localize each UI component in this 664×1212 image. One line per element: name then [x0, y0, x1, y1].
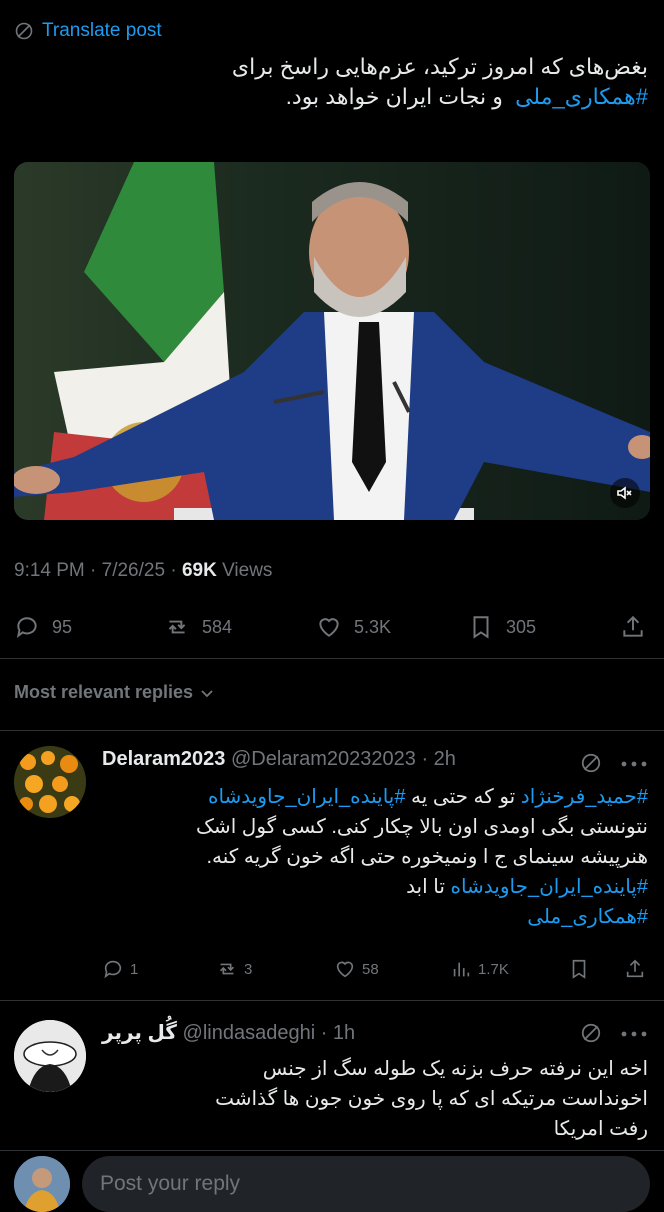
reply-author-handle[interactable]: @Delaram20232023: [231, 748, 416, 770]
post-meta: 9:14 PM · 7/26/25 · 69K Views: [14, 560, 272, 582]
reply-repost-button[interactable]: 3: [216, 958, 252, 980]
post-timestamp[interactable]: 9:14 PM · 7/26/25 ·: [14, 560, 177, 581]
reply-header: گُل پرپر @lindasadeghi · 1h: [102, 1020, 355, 1045]
reply-time: · 2h: [421, 748, 456, 770]
video-frame: [14, 162, 650, 520]
translate-icon: [15, 22, 33, 40]
more-options-icon[interactable]: [620, 760, 648, 768]
more-options-icon[interactable]: [620, 1030, 648, 1038]
reply-line: #پاینده_ایران_جاویدشاه تا ابد: [100, 872, 648, 902]
translate-label: Translate post: [42, 20, 162, 41]
bookmark-count: 305: [506, 616, 537, 637]
reply-header: Delaram2023 @Delaram20232023 · 2h: [102, 748, 456, 771]
translate-icon[interactable]: [580, 752, 602, 774]
repost-button[interactable]: 584: [164, 614, 232, 640]
reply-author-name[interactable]: Delaram2023: [102, 748, 225, 770]
reply-line: اخونداست مرتیکه ای که پا روی خون جون ها …: [215, 1088, 648, 1110]
reply-repost-count: 3: [244, 960, 253, 978]
like-button[interactable]: 5.3K: [316, 614, 391, 640]
post-video[interactable]: [14, 162, 650, 520]
reply-body: #حمید_فرخنژاد تو که حتی یه #پاینده_ایران…: [100, 782, 648, 932]
reply-like-count: 58: [362, 960, 379, 978]
views-label: Views: [222, 560, 273, 581]
reply-hashtag[interactable]: #پاینده_ایران_جاویدشاه: [208, 786, 406, 808]
reply-text: تا ابد: [406, 876, 451, 898]
divider: [0, 730, 664, 731]
reply-icon: [104, 960, 122, 979]
reply-share-button[interactable]: [624, 958, 646, 980]
share-icon: [626, 959, 644, 978]
bookmark-icon: [572, 959, 586, 979]
reply-reply-button[interactable]: 1: [102, 958, 138, 980]
post-text: بغض‌های که امروز ترکید، عزم‌هایی راسخ بر…: [28, 52, 648, 112]
post-line-2-text: و نجات ایران خواهد بود.: [285, 84, 503, 109]
avatar-flowers-image: [14, 746, 86, 818]
reply-text: تو که حتی یه: [405, 786, 521, 808]
reply-line: #حمید_فرخنژاد تو که حتی یه #پاینده_ایران…: [100, 782, 648, 812]
reply-line: رفت امریکا: [553, 1118, 648, 1140]
share-button[interactable]: [620, 614, 646, 640]
translate-icon[interactable]: [580, 1022, 602, 1044]
replies-sort-dropdown[interactable]: Most relevant replies: [14, 682, 215, 703]
reply-like-button[interactable]: 58: [334, 958, 379, 980]
bookmark-icon: [473, 616, 489, 639]
speaker-muted-icon: [617, 486, 632, 500]
reply-author-name[interactable]: گُل پرپر: [102, 1022, 177, 1044]
replies-sort-label: Most relevant replies: [14, 682, 194, 702]
analytics-icon: [453, 962, 470, 977]
reply-reply-count: 1: [130, 960, 139, 978]
heart-icon: [336, 961, 354, 978]
like-count: 5.3K: [354, 616, 392, 637]
repost-count: 584: [202, 616, 233, 637]
user-photo-image: [14, 1156, 70, 1212]
chevron-down-icon: [201, 689, 213, 697]
avatar[interactable]: [14, 746, 86, 818]
repost-icon: [219, 963, 235, 975]
reply-body: اخه این نرفته حرف بزنه یک طوله سگ از جنس…: [100, 1054, 648, 1144]
reply-author-handle[interactable]: @lindasadeghi: [183, 1022, 316, 1044]
reply-hashtag[interactable]: #پاینده_ایران_جاویدشاه: [450, 876, 648, 898]
avatar-illustration-image: [14, 1020, 86, 1092]
heart-icon: [319, 618, 339, 637]
mute-button[interactable]: [610, 478, 640, 508]
bookmark-button[interactable]: 305: [468, 614, 536, 640]
reply-input[interactable]: Post your reply: [82, 1156, 650, 1212]
reply-line: هنرپیشه سینمای ج ا ونمیخوره حتی اگه خون …: [206, 846, 648, 868]
reply-count: 95: [52, 616, 73, 637]
views-count: 69K: [181, 560, 217, 581]
post-hashtag[interactable]: #همکاری_ملی: [515, 84, 648, 109]
reply-hashtag[interactable]: #همکاری_ملی: [527, 906, 648, 928]
reply-hashtag[interactable]: #حمید_فرخنژاد: [521, 786, 648, 808]
reply-button[interactable]: 95: [14, 614, 72, 640]
reply-line: اخه این نرفته حرف بزنه یک طوله سگ از جنس: [262, 1058, 648, 1080]
reply-icon: [16, 617, 37, 638]
reply-line: #همکاری_ملی: [100, 902, 648, 932]
reply-views-count: 1.7K: [478, 960, 509, 978]
translate-post-link[interactable]: Translate post: [14, 18, 162, 44]
post-line-1: بغض‌های که امروز ترکید، عزم‌هایی راسخ بر…: [231, 54, 648, 79]
avatar[interactable]: [14, 1020, 86, 1092]
reply-time: · 1h: [320, 1022, 356, 1044]
share-icon: [623, 615, 643, 637]
divider: [0, 1000, 664, 1001]
reply-line: نتونستی بگی اومدی اون بالا چکار کنی. کسی…: [196, 816, 648, 838]
repost-icon: [168, 620, 186, 634]
post-action-bar: 95 584 5.3K 305: [0, 598, 664, 659]
post-line-2: #همکاری_ملی و نجات ایران خواهد بود.: [28, 82, 648, 112]
current-user-avatar[interactable]: [14, 1156, 70, 1212]
reply-views-button[interactable]: 1.7K: [450, 958, 509, 980]
reply-bookmark-button[interactable]: [568, 958, 590, 980]
